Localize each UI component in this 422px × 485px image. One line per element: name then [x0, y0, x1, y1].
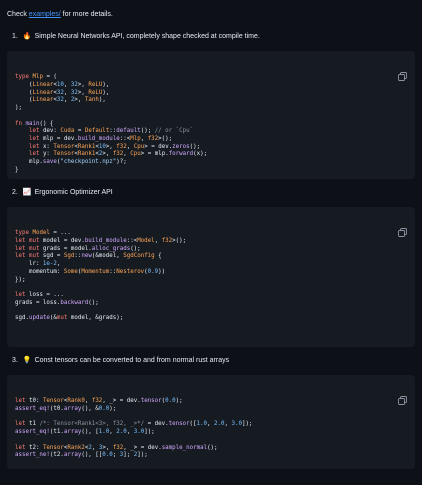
code-line: assert_ne!(t2.array(), [[0.0; 3]; 2]); [15, 452, 148, 459]
code-line: grads = loss.backward(); [15, 299, 99, 306]
code-line: let t1 /*: Tensor<Rank1<3>, f32, _>*/ = … [15, 421, 253, 428]
code-line: let mut grads = model.alloc_grads(); [15, 245, 141, 252]
code-line: ); [15, 105, 22, 112]
code-line: let loss = ... [15, 291, 64, 298]
code-line: }); [15, 276, 26, 283]
code-line: lr: 1e-2, [15, 261, 61, 268]
list-number: 2. [12, 189, 18, 196]
code-line: let y: Tensor<Rank1<2>, f32, Cpu> = mlp.… [28, 151, 208, 158]
intro-suffix: for more details. [60, 11, 113, 18]
code-line: fn main() { [15, 120, 54, 127]
code-line: let dev: Cuda = Default::default(); // o… [28, 128, 194, 135]
lightbulb-icon: 💡 [22, 357, 32, 364]
copy-icon[interactable] [398, 381, 407, 406]
examples-link[interactable]: examples/ [29, 11, 61, 18]
section-heading-3: 3. 💡 Const tensors can be converted to a… [12, 356, 415, 366]
code-block-1[interactable]: type Mlp = ( (Linear<10, 32>, ReLU), (Li… [7, 51, 415, 179]
code-line: type Model = ... [15, 230, 71, 237]
section-title: Const tensors can be converted to and fr… [34, 357, 230, 364]
code-line: mlp.save("checkpoint.npz")?; [15, 158, 127, 165]
copy-icon[interactable] [398, 57, 407, 82]
code-line: let t0: Tensor<Rank0, f32, _> = dev.tens… [15, 398, 183, 405]
intro-text: Check examples/ for more details. [7, 10, 415, 20]
code-block-3[interactable]: let t0: Tensor<Rank0, f32, _> = dev.tens… [7, 375, 415, 469]
code-line: (Linear<32, 32>, ReLU), [15, 89, 110, 96]
section-heading-1: 1. 🔥 Simple Neural Networks API, complet… [12, 32, 415, 42]
code-line: let t2: Tensor<Rank2<2, 3>, f32, _> = de… [15, 444, 218, 451]
copy-icon[interactable] [398, 213, 407, 238]
code-line: (Linear<32, 2>, Tanh), [15, 97, 106, 104]
code-block-2[interactable]: type Model = ... let mut model = dev.buil… [7, 207, 415, 347]
code-line: assert_eq!(t0.array(), &0.0); [15, 406, 117, 413]
code-line: momentum: Some(Momentum::Nesterov(0.9)) [15, 268, 166, 275]
code-line: let mlp = dev.build_module::<Mlp, f32>()… [28, 135, 173, 142]
code-line: type Mlp = ( [15, 74, 57, 81]
code-line: let x: Tensor<Rank1<10>, f32, Cpu> = dev… [28, 143, 201, 150]
list-number: 1. [12, 33, 18, 40]
fire-icon: 🔥 [22, 33, 32, 40]
section-heading-2: 2. 📈 Ergonomic Optimizer API [12, 188, 415, 198]
chart-icon: 📈 [22, 189, 32, 196]
section-title: Ergonomic Optimizer API [34, 189, 113, 196]
code-line: assert_eq!(t1.array(), [1.0, 2.0, 3.0]); [15, 429, 155, 436]
code-line: let mut sgd = Sgd::new(&model, SgdConfig… [15, 253, 162, 260]
code-line: let mut model = dev.build_module::<Model… [15, 238, 187, 245]
section-title: Simple Neural Networks API, completely s… [34, 33, 260, 40]
code-line: } [15, 166, 19, 173]
intro-prefix: Check [7, 11, 29, 18]
code-line: (Linear<10, 32>, ReLU), [15, 82, 110, 89]
list-number: 3. [12, 357, 18, 364]
readme-content: Check examples/ for more details. 1. 🔥 S… [0, 0, 422, 469]
code-line: sgd.update(&mut model, &grads); [15, 314, 124, 321]
